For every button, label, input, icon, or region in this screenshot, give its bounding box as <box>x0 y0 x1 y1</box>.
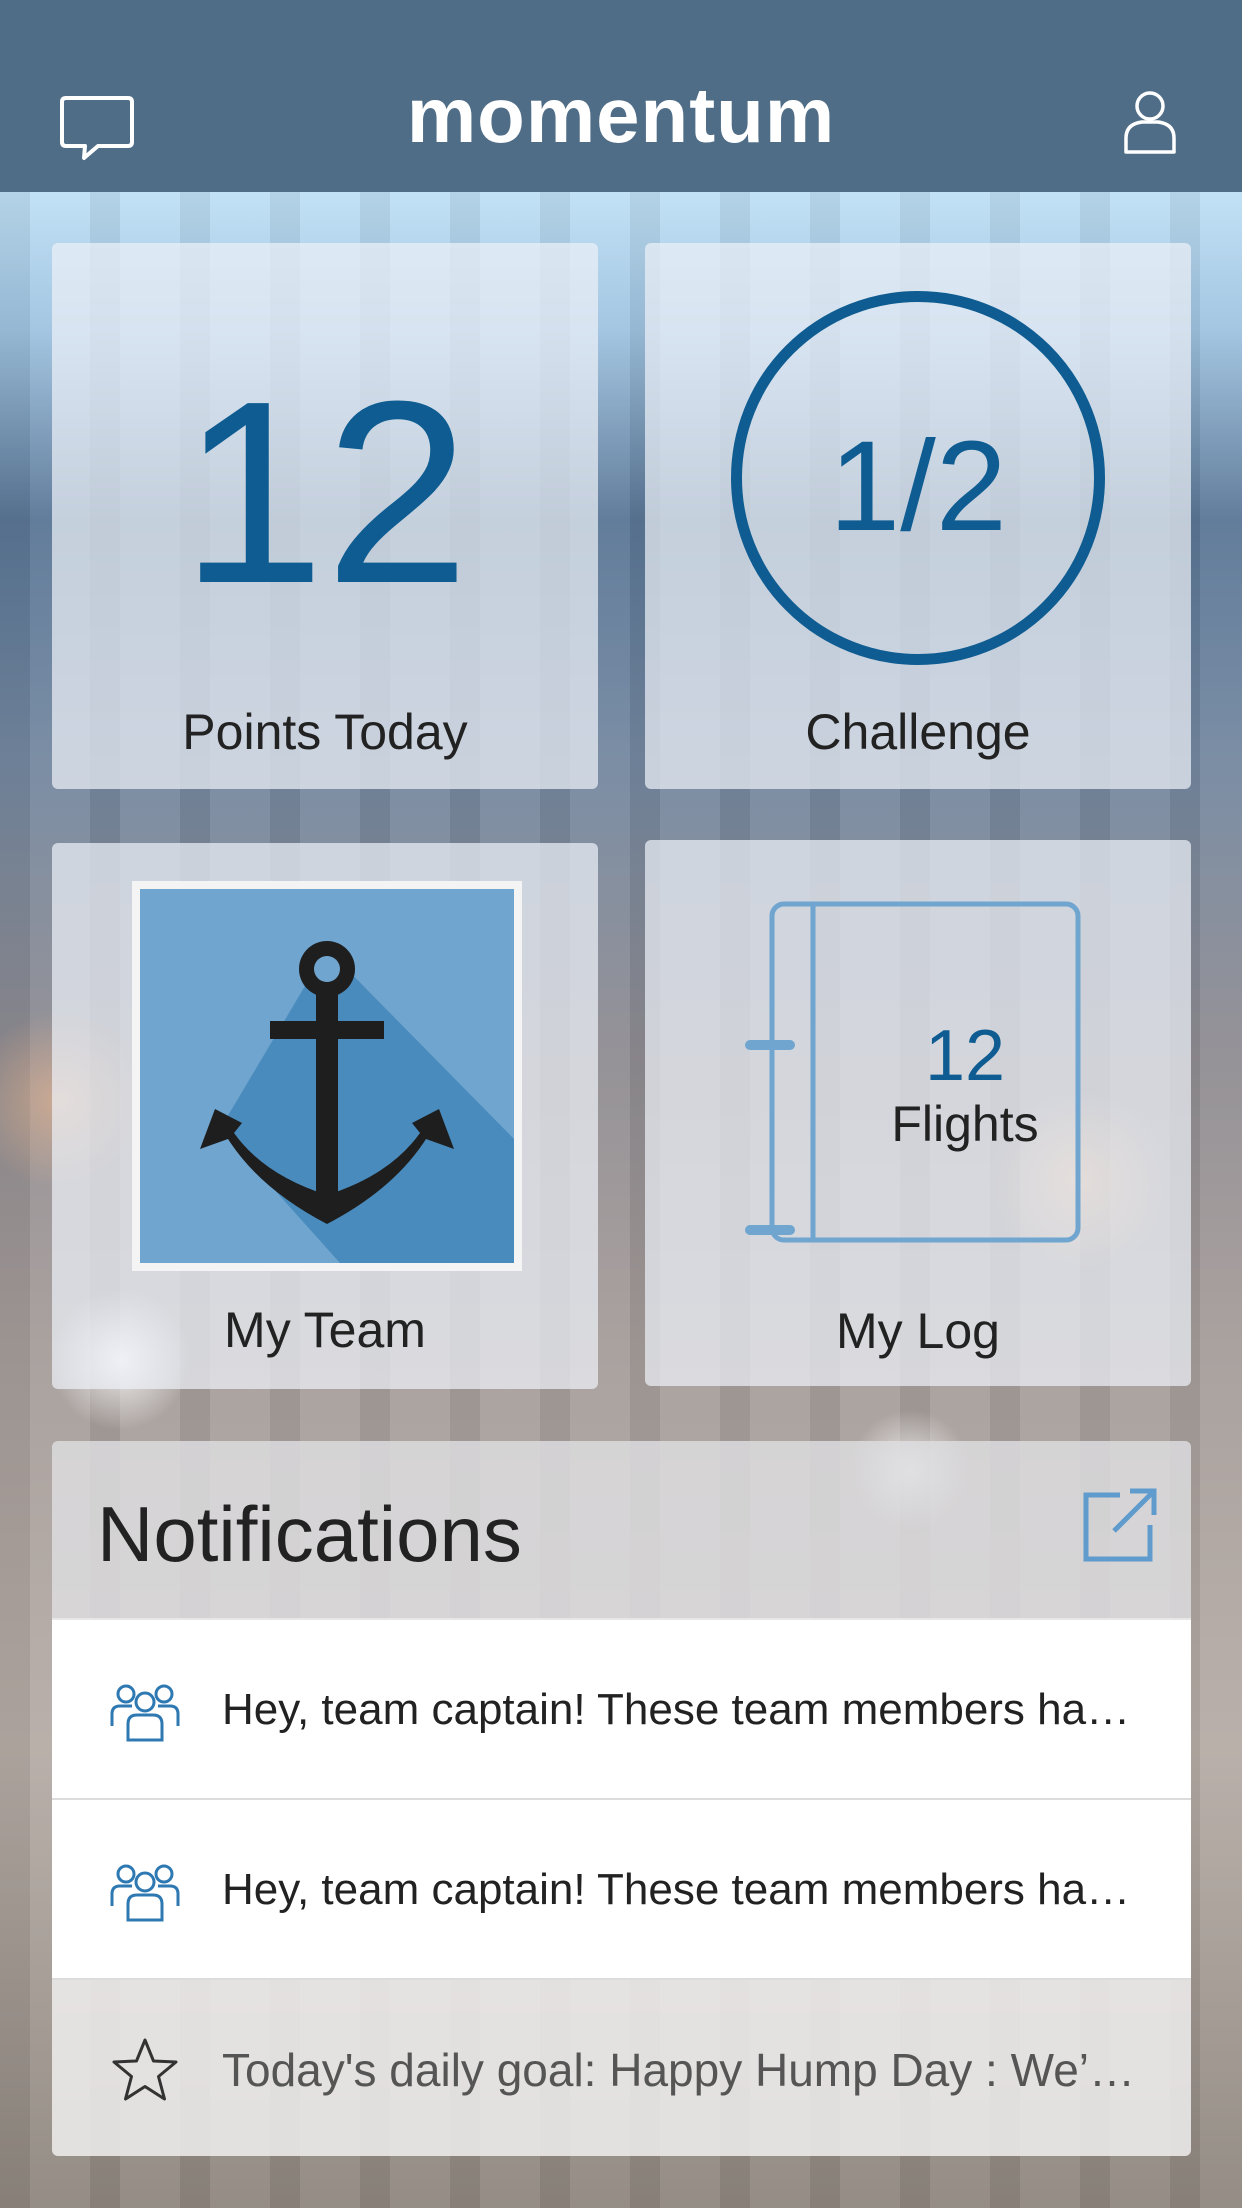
my-log-label: My Log <box>836 1303 1000 1359</box>
notification-item[interactable]: Hey, team captain! These team members ha… <box>52 1620 1191 1800</box>
external-link-icon[interactable] <box>1080 1485 1160 1565</box>
points-today-tile[interactable]: 12 Points Today <box>52 243 598 789</box>
notifications-panel: Notifications Hey, team captain! These t… <box>52 1441 1191 2156</box>
top-bar: momentum <box>0 0 1242 192</box>
points-today-label: Points Today <box>182 704 468 760</box>
star-icon <box>108 2034 182 2108</box>
team-badge <box>132 881 522 1271</box>
team-group-icon <box>108 1674 182 1748</box>
points-value: 12 <box>180 348 470 638</box>
anchor-icon <box>200 941 514 1263</box>
app-title: momentum <box>406 71 836 159</box>
log-unit: Flights <box>891 1096 1039 1152</box>
challenge-label: Challenge <box>805 704 1031 760</box>
notification-text: Hey, team captain! These team members ha… <box>222 1865 1142 1914</box>
log-count: 12 <box>924 1016 1006 1096</box>
notification-item[interactable]: Today's daily goal: Happy Hump Day : We’… <box>52 1980 1191 2156</box>
notifications-header: Notifications <box>52 1441 1191 1620</box>
my-log-tile[interactable]: 12 Flights My Log <box>645 840 1191 1386</box>
challenge-value: 1/2 <box>829 415 1007 558</box>
team-group-icon <box>108 1854 182 1928</box>
user-profile-icon[interactable] <box>1120 88 1180 158</box>
challenge-tile[interactable]: 1/2 Challenge <box>645 243 1191 789</box>
notification-text: Today's daily goal: Happy Hump Day : We’… <box>222 2044 1142 2096</box>
notification-text: Hey, team captain! These team members ha… <box>222 1685 1142 1734</box>
my-team-label: My Team <box>224 1302 426 1358</box>
notification-item[interactable]: Hey, team captain! These team members ha… <box>52 1800 1191 1980</box>
my-team-tile[interactable]: My Team <box>52 843 598 1389</box>
notifications-title: Notifications <box>97 1490 522 1578</box>
